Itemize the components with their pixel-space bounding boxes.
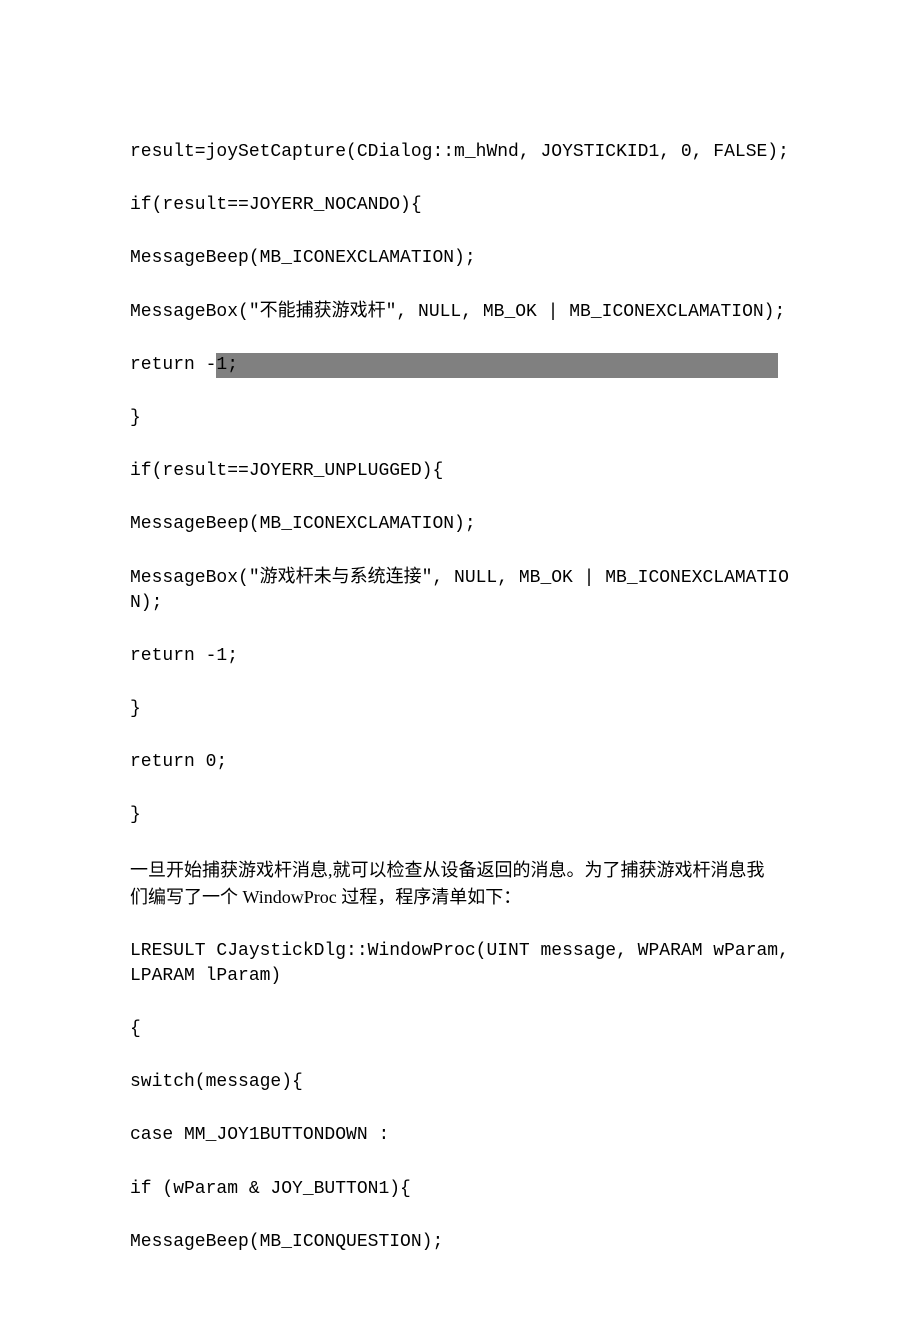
paragraph-line: 一旦开始捕获游戏杆消息,就可以检查从设备返回的消息。为了捕获游戏杆消息我: [130, 857, 790, 884]
code-line: MessageBeep(MB_ICONQUESTION);: [130, 1230, 790, 1255]
code-line: case MM_JOY1BUTTONDOWN :: [130, 1123, 790, 1148]
code-line: LRESULT CJaystickDlg::WindowProc(UINT me…: [130, 939, 790, 989]
code-line: if(result==JOYERR_UNPLUGGED){: [130, 459, 790, 484]
code-line: switch(message){: [130, 1070, 790, 1095]
code-line: if(result==JOYERR_NOCANDO){: [130, 193, 790, 218]
code-line: }: [130, 406, 790, 431]
highlighted-text: 1;: [216, 353, 778, 378]
code-line: MessageBeep(MB_ICONEXCLAMATION);: [130, 246, 790, 271]
code-line: return 0;: [130, 750, 790, 775]
code-text: return -: [130, 355, 216, 375]
paragraph: 一旦开始捕获游戏杆消息,就可以检查从设备返回的消息。为了捕获游戏杆消息我 们编写…: [130, 857, 790, 911]
code-line: if (wParam & JOY_BUTTON1){: [130, 1177, 790, 1202]
code-line: }: [130, 697, 790, 722]
paragraph-line: 们编写了一个 WindowProc 过程，程序清单如下：: [130, 884, 790, 911]
code-line: result=joySetCapture(CDialog::m_hWnd, JO…: [130, 140, 790, 165]
code-line: {: [130, 1017, 790, 1042]
code-line: return -1;: [130, 644, 790, 669]
code-line: MessageBeep(MB_ICONEXCLAMATION);: [130, 512, 790, 537]
code-line: }: [130, 803, 790, 828]
document-page: result=joySetCapture(CDialog::m_hWnd, JO…: [0, 0, 920, 1343]
code-line: MessageBox("不能捕获游戏杆", NULL, MB_OK | MB_I…: [130, 300, 790, 325]
code-line-highlighted: return -1;: [130, 353, 790, 378]
code-line: MessageBox("游戏杆未与系统连接", NULL, MB_OK | MB…: [130, 566, 790, 616]
